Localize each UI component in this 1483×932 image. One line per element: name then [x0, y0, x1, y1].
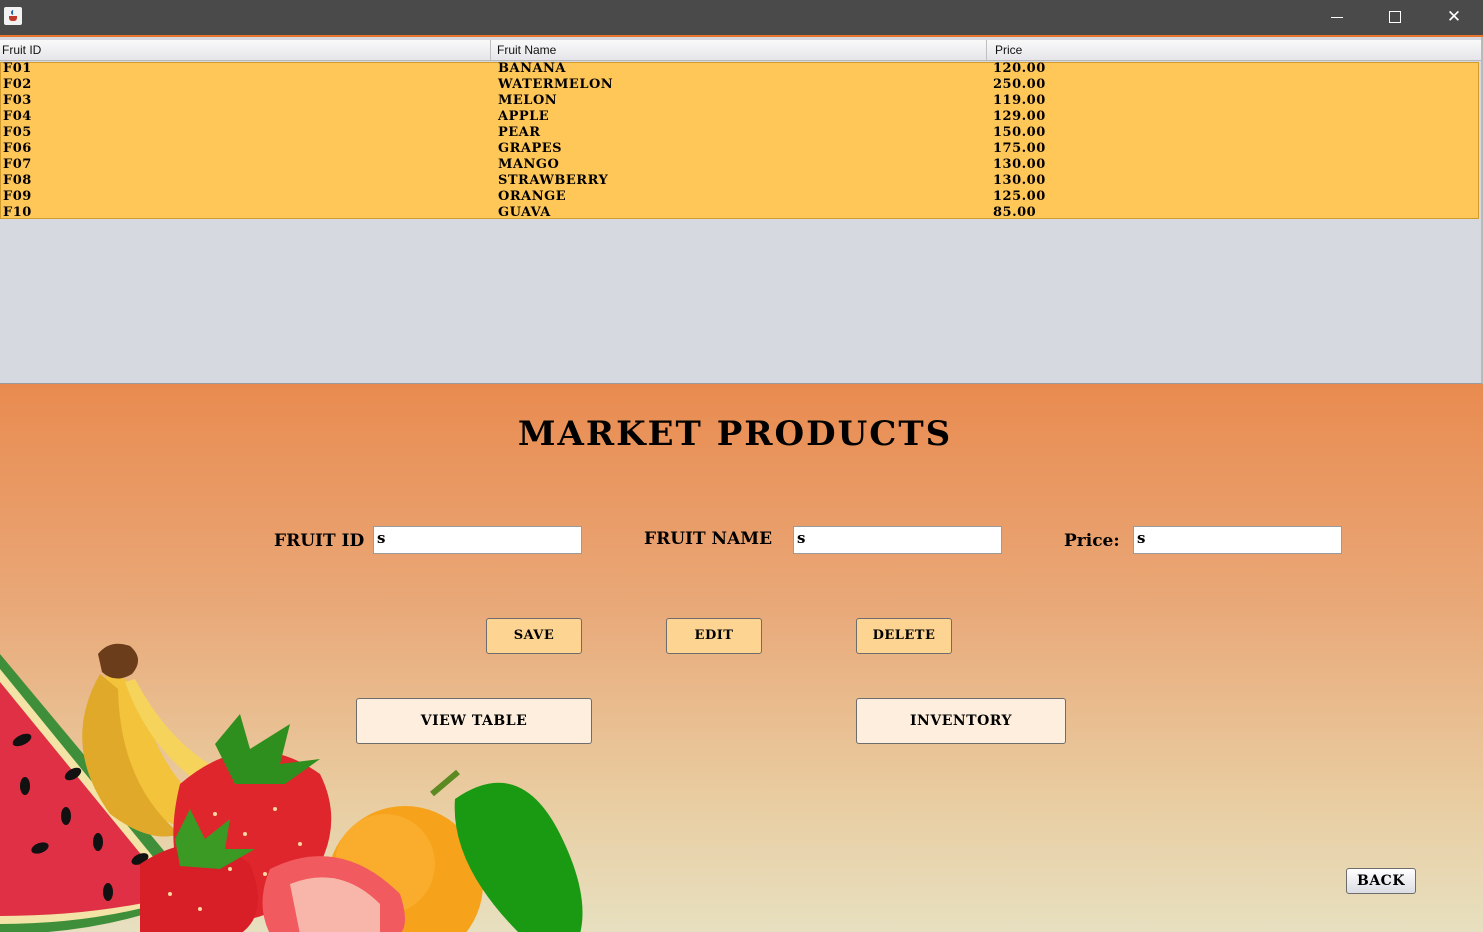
inventory-button[interactable]: INVENTORY [856, 698, 1066, 744]
table-row[interactable]: F03 MELON 119.00 [1, 94, 1480, 110]
table-row[interactable]: F08 STRAWBERRY 130.00 [1, 174, 1480, 190]
table-row[interactable]: F10 GUAVA 85.00 [1, 206, 1480, 222]
minimize-icon [1331, 17, 1343, 18]
cell-fruit-name: GRAPES [498, 141, 563, 156]
edit-button[interactable]: EDIT [666, 618, 762, 654]
cell-fruit-id: F05 [3, 125, 32, 140]
cell-price: 130.00 [993, 157, 1046, 172]
cell-fruit-name: ORANGE [498, 189, 567, 204]
cell-fruit-name: WATERMELON [498, 77, 614, 92]
cell-price: 250.00 [993, 77, 1046, 92]
fruit-name-label: FRUIT NAME [644, 529, 773, 549]
cell-fruit-name: MANGO [498, 157, 560, 172]
table-body: F01 BANANA 120.00 F02 WATERMELON 250.00 F03 MEL… [0, 62, 1480, 222]
cell-price: 85.00 [993, 205, 1037, 220]
cell-price: 125.00 [993, 189, 1046, 204]
cell-fruit-id: F03 [3, 93, 32, 108]
cell-fruit-name: BANANA [498, 61, 567, 76]
table-row[interactable]: F05 PEAR 150.00 [1, 126, 1480, 142]
maximize-icon [1389, 11, 1401, 23]
table-header: Fruit ID Fruit Name Price [0, 40, 1481, 61]
cell-fruit-id: F10 [3, 205, 32, 220]
cell-fruit-id: F01 [3, 61, 32, 76]
cell-fruit-id: F08 [3, 173, 32, 188]
cell-fruit-name: MELON [498, 93, 558, 108]
page-title: MARKET PRODUCTS [517, 414, 953, 454]
table-row[interactable]: F09 ORANGE 125.00 [1, 190, 1480, 206]
title-bar: ✕ [0, 0, 1483, 37]
delete-button[interactable]: DELETE [856, 618, 952, 654]
fruit-name-input[interactable]: s [793, 526, 1002, 554]
cell-fruit-id: F04 [3, 109, 32, 124]
fruit-illustration [0, 643, 583, 932]
table-row[interactable]: F01 BANANA 120.00 [1, 62, 1480, 78]
java-app-icon [4, 7, 22, 25]
cell-fruit-id: F02 [3, 77, 32, 92]
cell-price: 130.00 [993, 173, 1046, 188]
close-icon: ✕ [1446, 7, 1462, 27]
column-header-fruit-id[interactable]: Fruit ID [0, 40, 491, 60]
cell-price: 150.00 [993, 125, 1046, 140]
price-input[interactable]: s [1133, 526, 1342, 554]
cell-fruit-name: APPLE [498, 109, 550, 124]
table-row[interactable]: F02 WATERMELON 250.00 [1, 78, 1480, 94]
column-header-fruit-name[interactable]: Fruit Name [493, 40, 987, 60]
cell-price: 119.00 [993, 93, 1046, 108]
close-button[interactable]: ✕ [1425, 0, 1483, 35]
maximize-button[interactable] [1366, 0, 1424, 35]
cell-price: 120.00 [993, 61, 1046, 76]
cell-fruit-id: F06 [3, 141, 32, 156]
column-header-price[interactable]: Price [989, 40, 1481, 60]
fruit-id-input[interactable]: s [373, 526, 582, 554]
product-form-panel: MARKET PRODUCTS FRUIT ID s FRUIT NAME s … [0, 384, 1483, 932]
cell-price: 175.00 [993, 141, 1046, 156]
cell-fruit-id: F09 [3, 189, 32, 204]
cell-fruit-id: F07 [3, 157, 32, 172]
fruit-id-label: FRUIT ID [274, 531, 365, 551]
table-row[interactable]: F06 GRAPES 175.00 [1, 142, 1480, 158]
table-row[interactable]: F07 MANGO 130.00 [1, 158, 1480, 174]
cell-price: 129.00 [993, 109, 1046, 124]
cell-fruit-name: PEAR [498, 125, 541, 140]
minimize-button[interactable] [1308, 0, 1366, 35]
fruit-table[interactable]: Fruit ID Fruit Name Price F01 BANANA 120.0… [0, 37, 1483, 384]
cell-fruit-name: STRAWBERRY [498, 173, 609, 188]
price-label: Price: [1064, 531, 1120, 551]
cell-fruit-name: GUAVA [498, 205, 551, 220]
table-row[interactable]: F04 APPLE 129.00 [1, 110, 1480, 126]
back-button[interactable]: BACK [1346, 868, 1416, 894]
